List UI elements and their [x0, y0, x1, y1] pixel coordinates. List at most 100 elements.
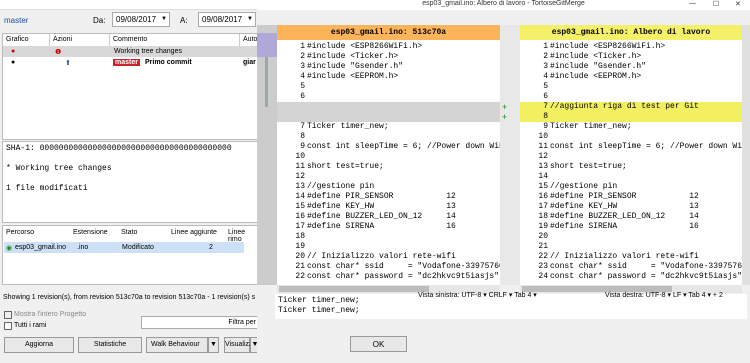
- code-line[interactable]: 13 short test=true;: [520, 162, 742, 172]
- code-line[interactable]: 14 #define PIR_SENSOR 12: [277, 192, 500, 202]
- maximize-icon[interactable]: ☐: [713, 0, 719, 8]
- line-number: 17: [295, 222, 305, 231]
- code-line[interactable]: 1 #include <ESP8266WiFi.h>: [520, 42, 742, 52]
- log-topbar: [0, 0, 260, 10]
- minimize-icon[interactable]: —: [689, 0, 696, 7]
- col-linee-rimosse[interactable]: Linee rimo: [228, 229, 259, 243]
- to-date-value: 09/08/2017: [202, 15, 243, 24]
- code-line[interactable]: 1 #include <ESP8266WiFi.h>: [277, 42, 500, 52]
- col-commento[interactable]: Commento: [110, 34, 240, 46]
- col-stato[interactable]: Stato: [121, 229, 137, 236]
- code-line[interactable]: 5: [520, 82, 742, 92]
- code-line[interactable]: 20: [520, 232, 742, 242]
- code-line[interactable]: 24 const char* password = "dc2hkvc9t5iasj…: [520, 272, 742, 282]
- walk-behaviour-button[interactable]: Walk Behaviour: [146, 337, 208, 353]
- code-line[interactable]: 22 const char* password = "dc2hkvc9t5iasj…: [277, 272, 500, 282]
- code-line[interactable]: 2 #include <Ticker.h>: [520, 52, 742, 62]
- right-view[interactable]: 1 #include <ESP8266WiFi.h> 2 #include <Tick…: [520, 40, 742, 285]
- branch-label[interactable]: master: [4, 16, 28, 25]
- code-line[interactable]: 11 short test=true;: [277, 162, 500, 172]
- line-number: 2: [543, 52, 548, 61]
- col-grafico[interactable]: Grafico: [3, 34, 50, 46]
- location-bar[interactable]: [257, 25, 277, 285]
- left-view[interactable]: 1 #include <ESP8266WiFi.h> 2 #include <Tick…: [277, 40, 500, 285]
- log-row[interactable]: ● ⬆ master Primo commit giar: [3, 57, 259, 68]
- line-number: 5: [543, 82, 548, 91]
- code-line[interactable]: 18 #define BUZZER_LED_ON_12 14: [520, 212, 742, 222]
- code-line[interactable]: 22// Inizializzo valori rete-wifi: [520, 252, 742, 262]
- code-line[interactable]: [277, 112, 500, 122]
- code-line[interactable]: 19 #define SIRENA 16: [520, 222, 742, 232]
- code-line[interactable]: [277, 102, 500, 112]
- code-line[interactable]: 9 Ticker timer_new;: [520, 122, 742, 132]
- code-line[interactable]: 10: [277, 152, 500, 162]
- code-line[interactable]: 13//gestione pin: [277, 182, 500, 192]
- from-date-field[interactable]: 09/08/2017 ▼: [112, 12, 170, 27]
- code-line[interactable]: 16 #define BUZZER_LED_ON_12 14: [277, 212, 500, 222]
- status-left-view[interactable]: Vista sinistra: UTF-8 ▾ CRLF ▾ Tab 4 ▾: [418, 291, 537, 299]
- to-date-field[interactable]: 09/08/2017 ▼: [198, 12, 256, 27]
- changed-files-grid[interactable]: Percorso Estensione Stato Linee aggiunte…: [2, 225, 260, 285]
- right-vertical-scrollbar[interactable]: [742, 25, 750, 285]
- code-line[interactable]: 15 #define KEY_HW 13: [277, 202, 500, 212]
- code-line[interactable]: 10: [520, 132, 742, 142]
- code-line[interactable]: 21 const char* ssid = "Vodafone-33975760"…: [277, 262, 500, 272]
- commit-details: SHA-1: 000000000000000000000000000000000…: [2, 141, 260, 223]
- show-whole-project-label: Mostra l'intero Progetto: [14, 311, 87, 318]
- code-line[interactable]: 3 #include "Gsender.h": [277, 62, 500, 72]
- col-linee-aggiunte[interactable]: Linee aggiunte: [171, 229, 217, 236]
- col-azioni[interactable]: Azioni: [50, 34, 110, 46]
- code-line[interactable]: 21: [520, 242, 742, 252]
- line-number: 8: [543, 112, 548, 121]
- file-path: esp03_gmail.ino: [15, 244, 66, 251]
- code-line[interactable]: 17 #define SIRENA 16: [277, 222, 500, 232]
- all-branches-checkbox[interactable]: [4, 322, 12, 330]
- log-row[interactable]: ● ❶ Working tree changes: [3, 46, 259, 57]
- code-line[interactable]: 16 #define PIR_SENSOR 12: [520, 192, 742, 202]
- filter-input[interactable]: Filtra per: [141, 316, 260, 329]
- show-whole-project-checkbox[interactable]: [4, 311, 12, 319]
- code-line[interactable]: 9 const int sleepTime = 6; //Power down W…: [277, 142, 500, 152]
- code-line[interactable]: 20// Inizializzo valori rete-wifi: [277, 252, 500, 262]
- scroll-thumb[interactable]: [279, 286, 429, 292]
- code-line[interactable]: 6: [277, 92, 500, 102]
- line-number: 18: [538, 212, 548, 221]
- refresh-button[interactable]: Aggiorna: [4, 337, 74, 353]
- location-bar-viewport[interactable]: [265, 57, 268, 107]
- code-line[interactable]: 4 #include <EEPROM.h>: [520, 72, 742, 82]
- ok-button[interactable]: OK: [350, 336, 407, 352]
- code-line[interactable]: 12: [520, 152, 742, 162]
- code-line[interactable]: 19: [277, 242, 500, 252]
- walk-behaviour-dropdown[interactable]: ▼: [208, 337, 219, 353]
- close-icon[interactable]: ✕: [735, 0, 741, 8]
- col-estensione[interactable]: Estensione: [73, 229, 108, 236]
- code-line[interactable]: 8: [277, 132, 500, 142]
- log-row-author: giar: [243, 59, 256, 66]
- log-grid[interactable]: Grafico Azioni Commento Auto ● ❶ Working…: [2, 33, 261, 140]
- view-button[interactable]: Visualizza: [224, 337, 256, 353]
- code-line[interactable]: 23 const char* ssid = "Vodafone-33975760"…: [520, 262, 742, 272]
- code-line[interactable]: 7 Ticker timer_new;: [277, 122, 500, 132]
- code-line[interactable]: 17 #define KEY_HW 13: [520, 202, 742, 212]
- col-percorso[interactable]: Percorso: [6, 229, 34, 236]
- line-number: 7: [543, 102, 548, 111]
- code-line[interactable]: 2 #include <Ticker.h>: [277, 52, 500, 62]
- code-line[interactable]: 15//gestione pin: [520, 182, 742, 192]
- code-line[interactable]: 7//aggiunta riga di test per Git: [520, 102, 742, 112]
- code-line[interactable]: 5: [277, 82, 500, 92]
- line-number: 6: [543, 92, 548, 101]
- status-right-view[interactable]: Vista destra: UTF-8 ▾ LF ▾ Tab 4 ▾ + 2: [605, 291, 723, 299]
- file-row[interactable]: ◉ esp03_gmail.ino .ino Modificato 2: [4, 242, 244, 253]
- statistics-button[interactable]: Statistiche: [78, 337, 142, 353]
- code-line[interactable]: 3 #include "Gsender.h": [520, 62, 742, 72]
- code-line[interactable]: 12: [277, 172, 500, 182]
- code-line[interactable]: 14: [520, 172, 742, 182]
- code-line[interactable]: 11 const int sleepTime = 6; //Power down …: [520, 142, 742, 152]
- code-line[interactable]: 8: [520, 112, 742, 122]
- code-line[interactable]: 6: [520, 92, 742, 102]
- code-line[interactable]: 18: [277, 232, 500, 242]
- chevron-down-icon[interactable]: ▼: [247, 16, 253, 22]
- code-line[interactable]: 4 #include <EEPROM.h>: [277, 72, 500, 82]
- chevron-down-icon[interactable]: ▼: [161, 16, 167, 22]
- plus-icon: +: [502, 102, 508, 112]
